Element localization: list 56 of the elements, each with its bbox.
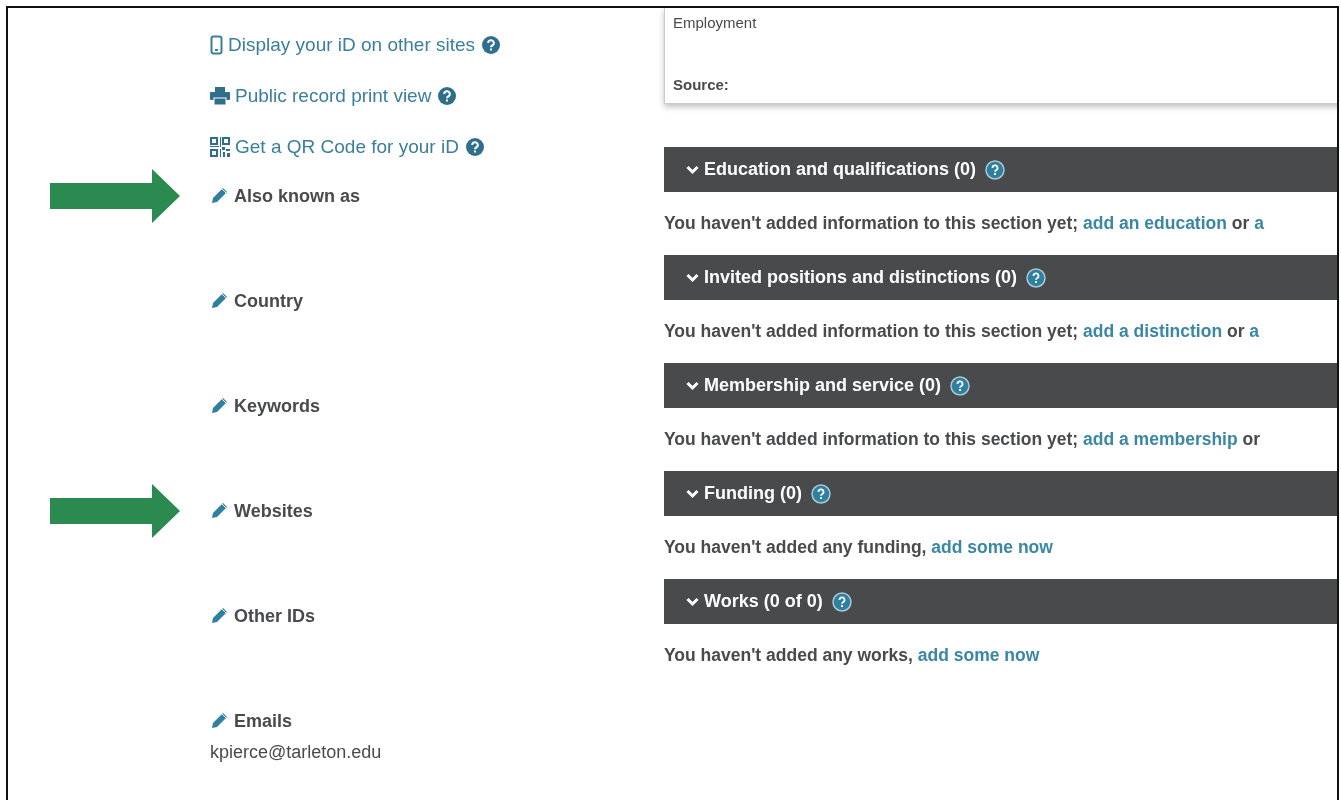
add-link[interactable]: add a membership bbox=[1083, 429, 1238, 449]
pencil-icon[interactable] bbox=[210, 397, 228, 415]
add-link[interactable]: add an education bbox=[1083, 213, 1227, 233]
section-title: Membership and service (0) bbox=[704, 375, 942, 396]
section-title: Education and qualifications (0) bbox=[704, 159, 977, 180]
field-label: Websites bbox=[234, 500, 313, 522]
pencil-icon[interactable] bbox=[210, 502, 228, 520]
pencil-icon[interactable] bbox=[210, 292, 228, 310]
pencil-icon[interactable] bbox=[210, 187, 228, 205]
field-label: Also known as bbox=[234, 185, 361, 207]
field-label: Country bbox=[234, 290, 303, 312]
add-link[interactable]: add a distinction bbox=[1083, 321, 1223, 341]
section-header[interactable]: Funding (0) bbox=[664, 471, 1337, 516]
card-title: Employment bbox=[673, 14, 758, 31]
section-title: Invited positions and distinctions (0) bbox=[704, 267, 1017, 288]
help-icon[interactable] bbox=[831, 591, 852, 612]
empty-message: You haven't added any works, add some now bbox=[664, 644, 1041, 667]
section-header[interactable]: Membership and service (0) bbox=[664, 363, 1337, 408]
sidebar-link[interactable]: Public record print view bbox=[210, 81, 457, 111]
pencil-icon[interactable] bbox=[210, 712, 228, 730]
phone-icon bbox=[210, 35, 223, 55]
qr-code-icon bbox=[210, 137, 230, 157]
sidebar-link[interactable]: Get a QR Code for your iD bbox=[210, 132, 484, 162]
help-icon[interactable] bbox=[438, 87, 457, 105]
chevron-down-icon bbox=[686, 380, 699, 391]
help-icon[interactable] bbox=[950, 375, 971, 396]
chevron-down-icon bbox=[686, 164, 699, 175]
pencil-icon[interactable] bbox=[210, 607, 228, 625]
section-header[interactable]: Works (0 of 0) bbox=[664, 579, 1337, 624]
section-title: Funding (0) bbox=[704, 483, 802, 504]
field-label: Emails bbox=[234, 710, 293, 732]
add-link[interactable]: add some now bbox=[931, 537, 1053, 557]
empty-message: You haven't added information to this section yet; add an education or a bbox=[664, 212, 1265, 235]
sidebar-link[interactable]: Display your iD on other sites bbox=[210, 30, 501, 60]
help-icon[interactable] bbox=[1026, 267, 1046, 288]
empty-message: You haven't added any funding, add some now bbox=[664, 536, 1054, 559]
chevron-down-icon bbox=[686, 272, 699, 283]
field-label: Keywords bbox=[234, 395, 321, 417]
source-label: Source: bbox=[673, 76, 730, 95]
add-link[interactable]: a bbox=[1254, 213, 1264, 233]
help-icon[interactable] bbox=[985, 159, 1006, 180]
field-label: Other IDs bbox=[234, 605, 316, 627]
help-icon[interactable] bbox=[811, 483, 831, 504]
printer-icon bbox=[210, 87, 230, 105]
section-title: Works (0 of 0) bbox=[704, 591, 823, 612]
chevron-down-icon bbox=[686, 488, 699, 499]
email-address: kpierce@tarleton.edu bbox=[210, 742, 382, 763]
add-link[interactable]: add some now bbox=[917, 645, 1040, 665]
section-header[interactable]: Invited positions and distinctions (0) bbox=[664, 255, 1337, 300]
help-icon[interactable] bbox=[465, 138, 484, 156]
section-header[interactable]: Education and qualifications (0) bbox=[664, 147, 1337, 192]
empty-message: You haven't added information to this section yet; add a membership or bbox=[664, 428, 1262, 451]
add-link[interactable]: a bbox=[1249, 321, 1260, 341]
empty-message: You haven't added information to this section yet; add a distinction or a bbox=[664, 320, 1261, 343]
chevron-down-icon bbox=[686, 596, 699, 607]
help-icon[interactable] bbox=[482, 36, 501, 54]
